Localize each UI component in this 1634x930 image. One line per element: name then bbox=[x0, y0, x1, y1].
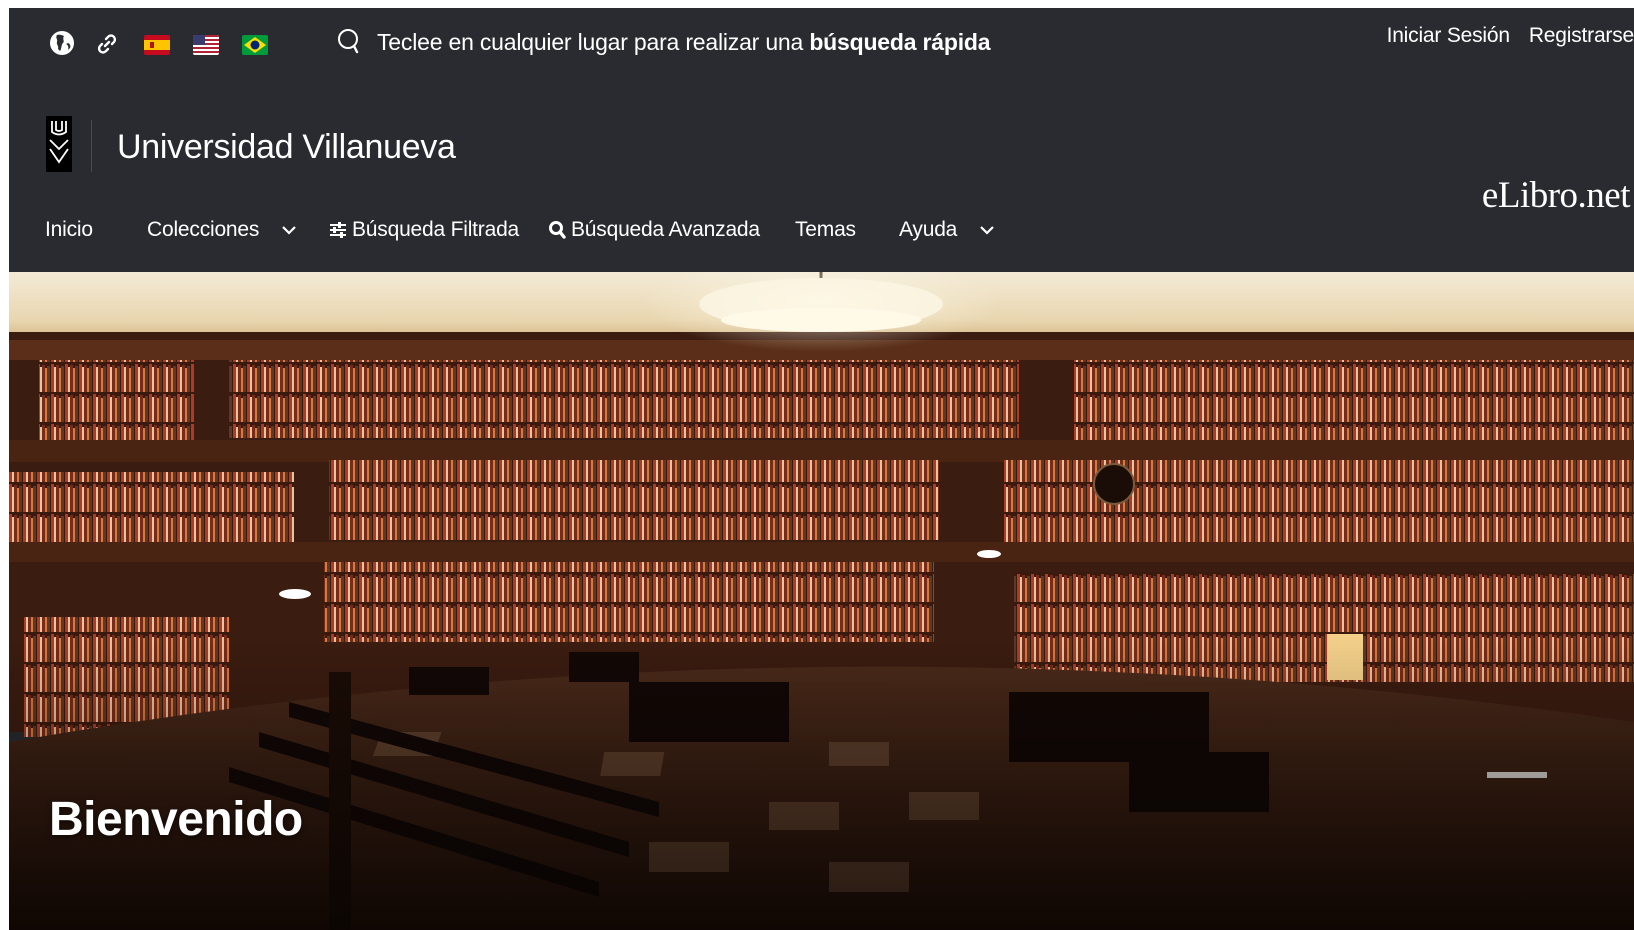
auth-links: Iniciar Sesión Registrarse bbox=[1368, 24, 1634, 48]
nav-ayuda-label: Ayuda bbox=[899, 218, 958, 241]
flag-usa[interactable] bbox=[193, 35, 219, 55]
university-name[interactable]: Universidad Villanueva bbox=[117, 128, 456, 167]
link-icon[interactable] bbox=[95, 32, 119, 56]
university-logo[interactable] bbox=[46, 116, 72, 172]
nav-colecciones-label: Colecciones bbox=[147, 218, 260, 241]
nav-inicio-label: Inicio bbox=[45, 218, 93, 241]
nav-inicio[interactable]: Inicio bbox=[45, 218, 93, 242]
nav-colecciones[interactable]: Colecciones bbox=[147, 218, 297, 242]
brand-divider bbox=[91, 120, 92, 172]
sliders-icon bbox=[330, 222, 346, 238]
flag-spain[interactable] bbox=[144, 35, 170, 55]
main-navigation: Inicio Colecciones Búsqueda Filtrada Bús… bbox=[9, 208, 1634, 260]
nav-temas[interactable]: Temas bbox=[795, 218, 856, 242]
nav-busqueda-filtrada[interactable]: Búsqueda Filtrada bbox=[329, 218, 519, 242]
login-link[interactable]: Iniciar Sesión bbox=[1387, 24, 1510, 48]
nav-temas-label: Temas bbox=[795, 218, 856, 241]
quick-search-hint[interactable]: Teclee en cualquier lugar para realizar … bbox=[337, 25, 991, 59]
nav-busqueda-avanzada[interactable]: Búsqueda Avanzada bbox=[548, 218, 760, 242]
branding-row: Universidad Villanueva eLibro.net bbox=[9, 72, 1634, 216]
nav-busqueda-avanzada-label: Búsqueda Avanzada bbox=[571, 218, 760, 241]
hero-title: Bienvenido bbox=[49, 793, 303, 846]
chevron-down-icon bbox=[980, 226, 994, 235]
app-window: Teclee en cualquier lugar para realizar … bbox=[9, 8, 1634, 930]
quick-search-text: Teclee en cualquier lugar para realizar … bbox=[377, 28, 991, 55]
globe-icon[interactable] bbox=[49, 30, 75, 56]
register-link[interactable]: Registrarse bbox=[1529, 24, 1634, 48]
nav-ayuda[interactable]: Ayuda bbox=[899, 218, 995, 242]
flag-brazil[interactable] bbox=[242, 35, 268, 55]
hero-banner: Bienvenido bbox=[9, 272, 1634, 930]
chevron-down-icon bbox=[282, 226, 296, 235]
nav-busqueda-filtrada-label: Búsqueda Filtrada bbox=[352, 218, 520, 241]
search-icon bbox=[338, 29, 359, 54]
magnifier-icon bbox=[549, 221, 566, 239]
top-utility-bar: Teclee en cualquier lugar para realizar … bbox=[9, 8, 1634, 72]
